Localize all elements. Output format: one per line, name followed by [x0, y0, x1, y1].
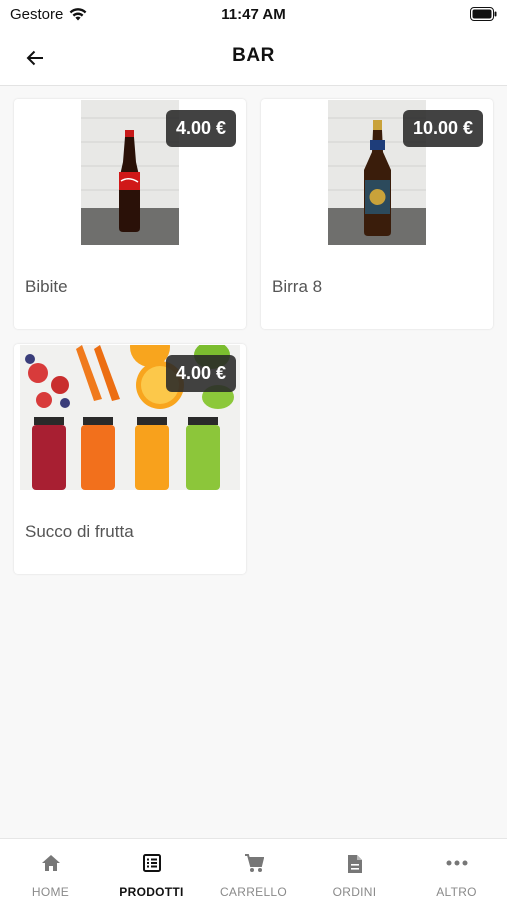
product-card-succo[interactable]: 4.00 € Succo di frutta	[14, 344, 246, 574]
app-header: BAR	[0, 30, 507, 86]
tab-label: PRODOTTI	[119, 885, 184, 899]
clock-time: 11:47 AM	[221, 6, 286, 23]
tab-altro[interactable]: ALTRO	[406, 839, 507, 900]
tab-label: CARRELLO	[219, 885, 288, 899]
product-image-cola	[81, 100, 179, 245]
bottom-tab-bar: HOME PRODOTTI CARRELLO ORDINI ALTRO	[0, 838, 507, 900]
cart-icon	[244, 854, 264, 872]
price-badge: 10.00 €	[402, 110, 483, 147]
tab-carrello[interactable]: CARRELLO	[203, 839, 304, 900]
more-icon	[446, 860, 467, 866]
price-badge: 4.00 €	[165, 355, 236, 392]
product-name: Birra 8	[272, 277, 323, 296]
tab-label: HOME	[31, 885, 70, 899]
home-icon	[41, 855, 60, 871]
document-icon	[347, 855, 362, 873]
tab-home[interactable]: HOME	[0, 839, 101, 900]
tab-ordini[interactable]: ORDINI	[304, 839, 405, 900]
tab-prodotti[interactable]: PRODOTTI	[101, 839, 202, 900]
price-badge: 4.00 €	[165, 110, 236, 147]
list-icon	[142, 854, 161, 872]
status-bar: Gestore 11:47 AM	[0, 0, 507, 30]
tab-label: ORDINI	[332, 885, 377, 899]
product-name: Bibite	[25, 277, 68, 296]
product-card-birra[interactable]: 10.00 € Birra 8	[261, 99, 493, 329]
battery-icon	[470, 7, 497, 21]
page-title: BAR	[232, 45, 275, 66]
product-name: Succo di frutta	[25, 522, 134, 541]
product-card-bibite[interactable]: 4.00 € Bibite	[14, 99, 246, 329]
tab-label: ALTRO	[436, 885, 477, 899]
